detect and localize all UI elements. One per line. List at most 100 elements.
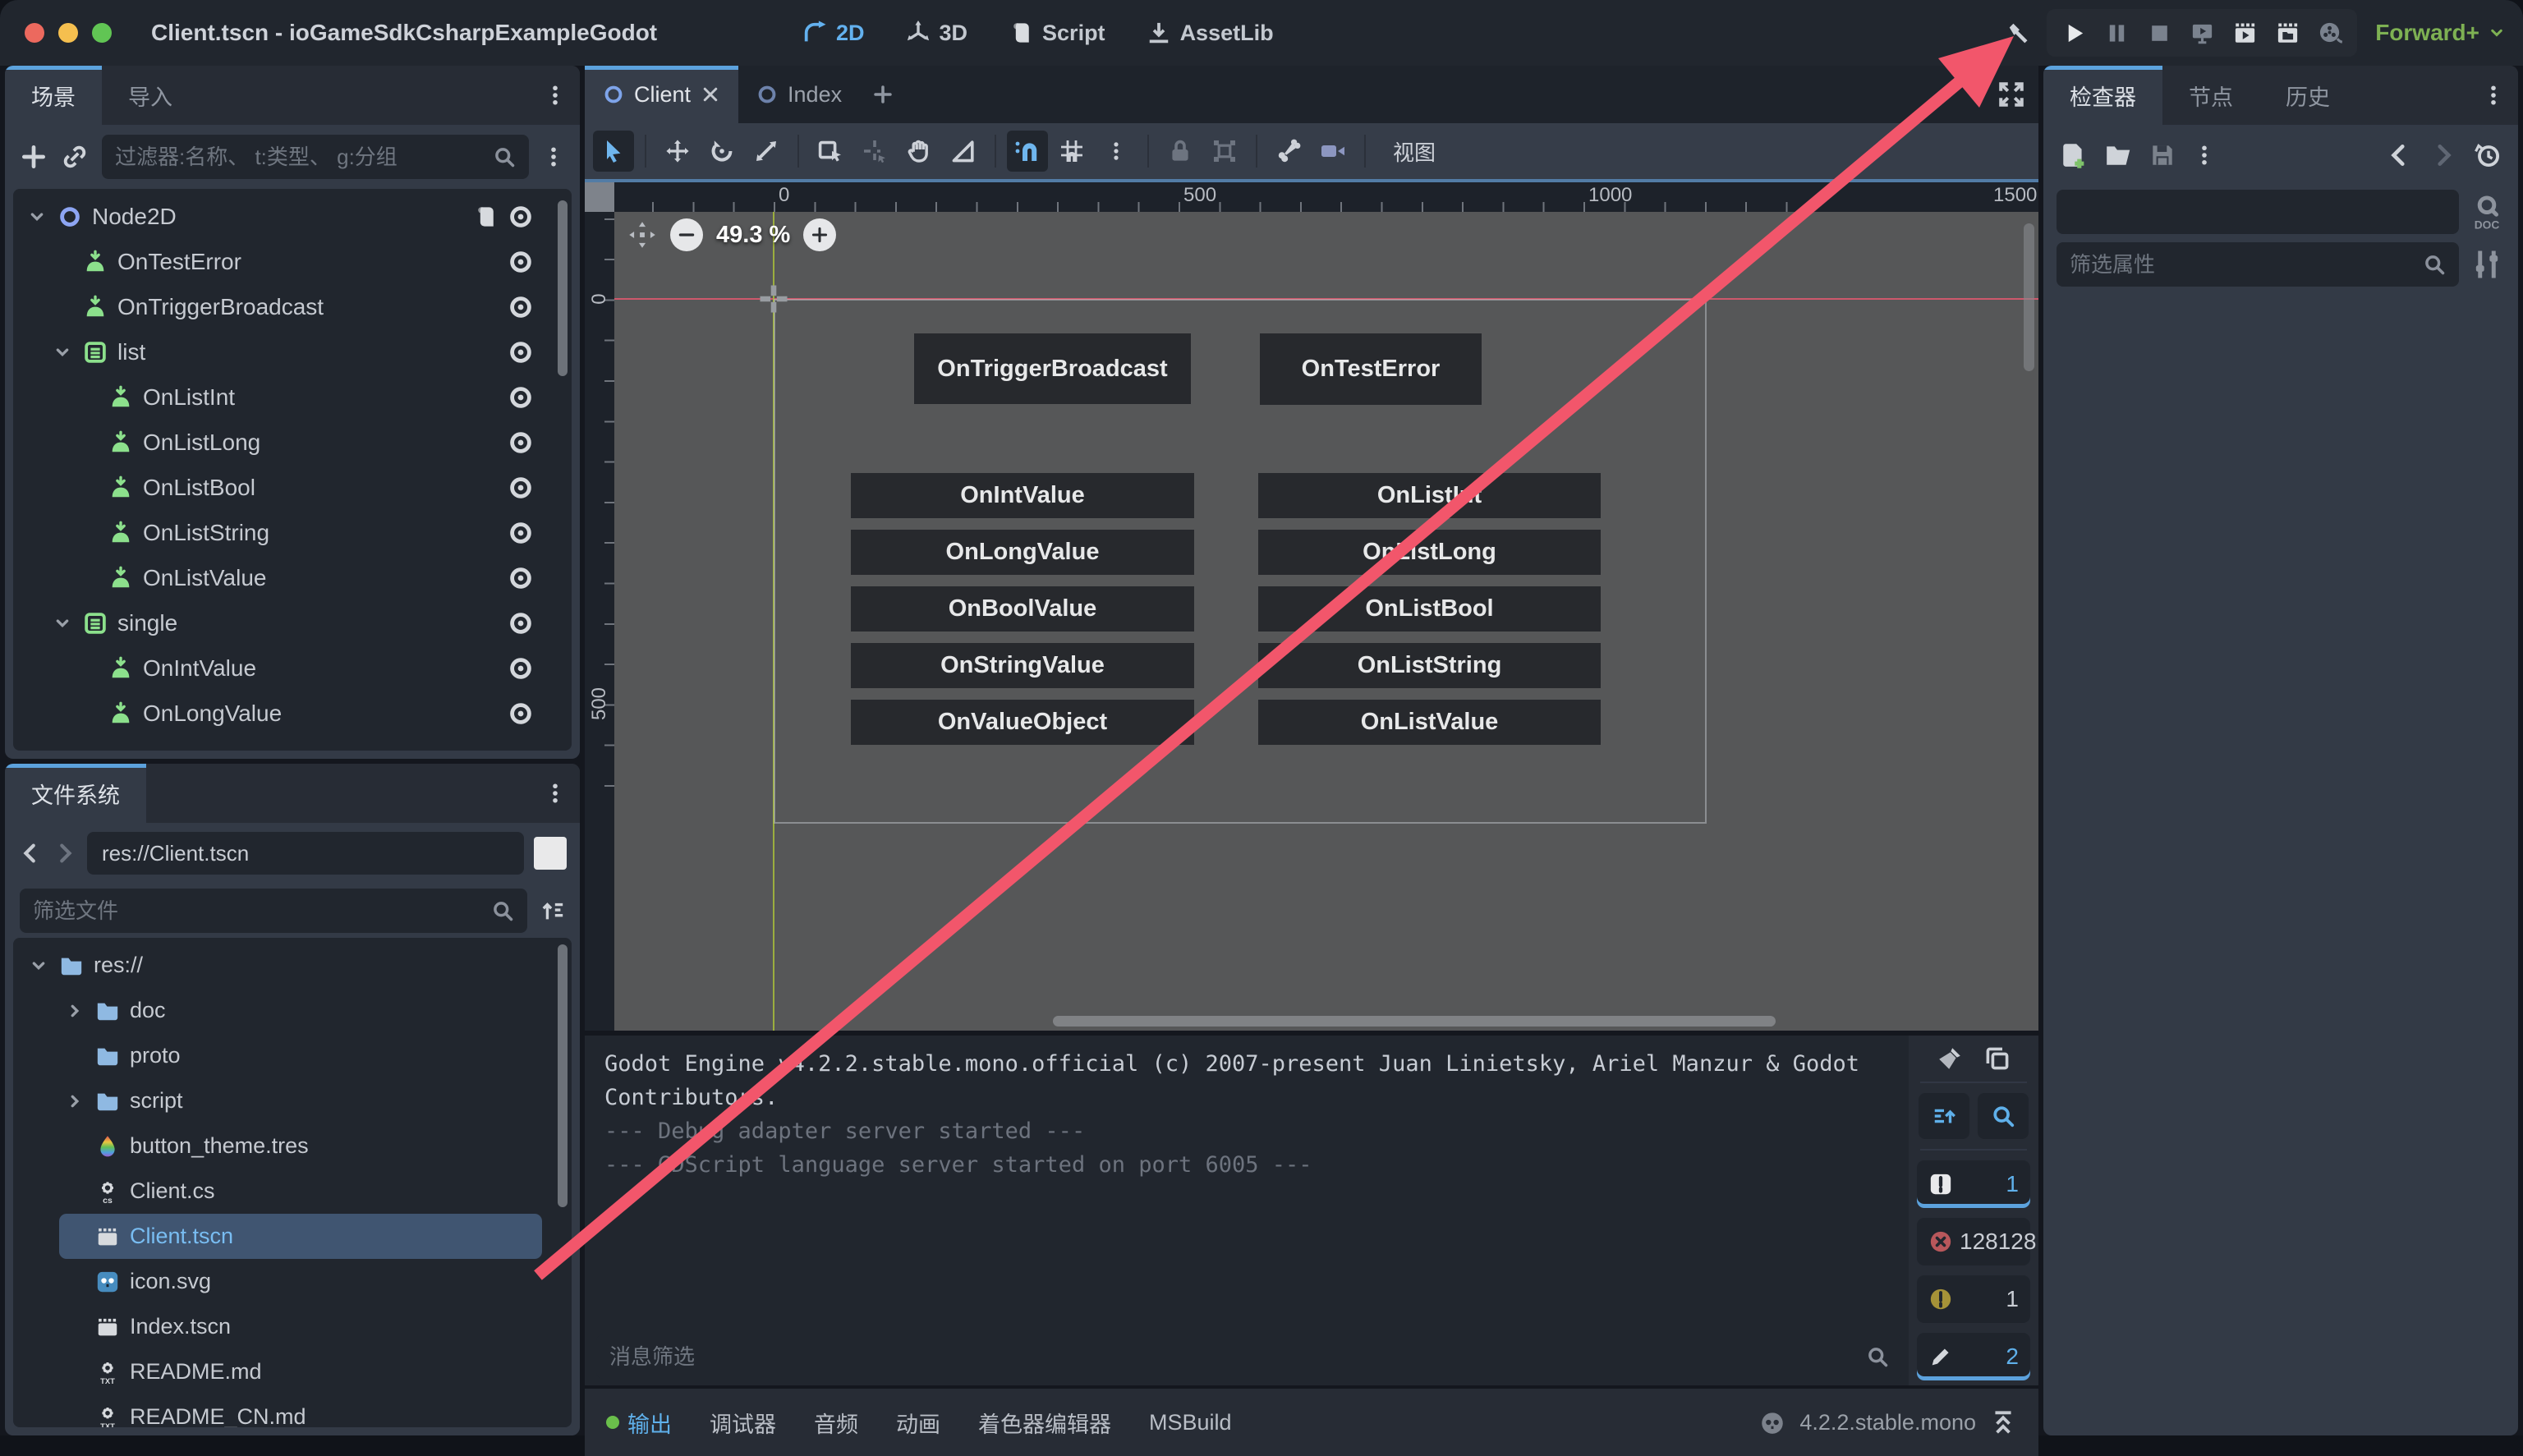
bottom-tab-animation[interactable]: 动画 [896, 1407, 940, 1439]
forward-icon[interactable] [53, 841, 77, 866]
view-menu-button[interactable]: 视图 [1376, 136, 1452, 167]
history-back-icon[interactable] [2385, 141, 2413, 169]
tab-2d[interactable]: 2D [782, 0, 885, 66]
tab-assetlib[interactable]: AssetLib [1126, 0, 1294, 66]
save-resource-icon[interactable] [2148, 141, 2176, 169]
canvas-button-ontriggerbroadcast[interactable]: OnTriggerBroadcast [914, 333, 1191, 404]
new-resource-icon[interactable] [2060, 141, 2088, 169]
scene-tab-client[interactable]: Client [585, 66, 738, 123]
pivot-tool-button[interactable] [854, 131, 895, 172]
history-forward-icon[interactable] [2429, 141, 2457, 169]
bottom-tab-msbuild[interactable]: MSBuild [1149, 1410, 1232, 1435]
chevron-down-icon[interactable] [52, 613, 73, 634]
canvas-button-ontesterror[interactable]: OnTestError [1260, 333, 1482, 405]
filter-editor-toggle[interactable]: 2 [1917, 1333, 2030, 1380]
canvas-button-onlistvalue[interactable]: OnListValue [1258, 700, 1601, 745]
edit-history-icon[interactable] [2474, 141, 2502, 169]
add-node-button[interactable] [20, 143, 48, 171]
horizontal-scrollbar[interactable] [1053, 1016, 1776, 1027]
tab-history[interactable]: 历史 [2259, 66, 2356, 125]
tab-inspector[interactable]: 检查器 [2043, 66, 2162, 125]
snap-options-button[interactable] [1096, 131, 1137, 172]
tree-node-ontriggerbroadcast[interactable]: OnTriggerBroadcast [13, 284, 572, 329]
remote-debug-button[interactable] [2185, 16, 2219, 50]
tree-node-onlistbool[interactable]: OnListBool [13, 465, 572, 510]
distraction-free-icon[interactable] [1997, 80, 2025, 108]
tree-node-onlistvalue[interactable]: OnListValue [13, 555, 572, 600]
visibility-toggle-icon[interactable] [508, 475, 534, 501]
scene-tree-menu-icon[interactable] [542, 143, 565, 171]
zoom-in-button[interactable] [803, 218, 836, 251]
canvas-content[interactable]: 49.3 % OnTriggerBroadcast OnTestError On… [614, 212, 2038, 1031]
visibility-toggle-icon[interactable] [508, 384, 534, 411]
bottom-tab-audio[interactable]: 音频 [814, 1407, 858, 1439]
tree-node-onlistlong[interactable]: OnListLong [13, 420, 572, 465]
fs-item-readme[interactable]: README.md [13, 1349, 572, 1394]
move-tool-button[interactable] [657, 131, 698, 172]
stop-button[interactable] [2142, 16, 2176, 50]
clear-output-button[interactable] [1937, 1045, 1963, 1072]
load-resource-icon[interactable] [2104, 141, 2132, 169]
pause-button[interactable] [2099, 16, 2134, 50]
movie-maker-button[interactable] [2313, 16, 2347, 50]
object-name-input[interactable] [2070, 200, 2446, 225]
skeleton-options-button[interactable] [1268, 131, 1309, 172]
chevron-right-icon[interactable] [64, 1091, 85, 1112]
tab-import[interactable]: 导入 [102, 66, 199, 125]
filter-errors-toggle[interactable]: 128128 [1917, 1218, 2030, 1265]
camera-override-button[interactable] [1312, 131, 1353, 172]
resource-menu-icon[interactable] [2193, 141, 2216, 169]
expand-bottom-panel-icon[interactable] [1989, 1408, 2017, 1436]
filter-messages-toggle[interactable]: 1 [1917, 1160, 2030, 1208]
grid-snap-toggle[interactable] [1051, 131, 1092, 172]
scene-filter-input[interactable] [115, 145, 485, 170]
new-scene-tab-button[interactable] [860, 66, 906, 123]
group-node-button[interactable] [1204, 131, 1245, 172]
sort-files-icon[interactable] [540, 897, 565, 925]
back-icon[interactable] [18, 841, 43, 866]
visibility-toggle-icon[interactable] [508, 520, 534, 546]
message-filter-input[interactable] [609, 1344, 1858, 1370]
lock-node-button[interactable] [1160, 131, 1201, 172]
instance-scene-button[interactable] [61, 143, 89, 171]
ruler-tool-button[interactable] [943, 131, 984, 172]
visibility-toggle-icon[interactable] [508, 339, 534, 365]
pan-tool-button[interactable] [898, 131, 940, 172]
panel-menu-icon[interactable] [544, 781, 567, 806]
vertical-scrollbar[interactable] [2024, 223, 2034, 371]
canvas-button-onvalueobject[interactable]: OnValueObject [851, 700, 1194, 745]
show-search-toggle[interactable] [1978, 1093, 2029, 1139]
search-docs-icon[interactable] [2469, 194, 2505, 230]
tree-node-onintvalue[interactable]: OnIntValue [13, 645, 572, 691]
center-view-icon[interactable] [627, 220, 657, 250]
zoom-out-button[interactable] [670, 218, 703, 251]
chevron-down-icon[interactable] [28, 955, 49, 976]
canvas-button-onlistlong[interactable]: OnListLong [1258, 530, 1601, 575]
tree-node-ontesterror[interactable]: OnTestError [13, 239, 572, 284]
renderer-selector[interactable]: Forward+ [2375, 20, 2507, 46]
visibility-toggle-icon[interactable] [508, 655, 534, 682]
visibility-toggle-icon[interactable] [508, 249, 534, 275]
visibility-toggle-icon[interactable] [508, 429, 534, 456]
panel-menu-icon[interactable] [544, 83, 567, 108]
fs-item-doc[interactable]: doc [13, 988, 572, 1033]
list-select-button[interactable] [810, 131, 851, 172]
visibility-toggle-icon[interactable] [508, 610, 534, 636]
zoom-level[interactable]: 49.3 % [716, 222, 790, 249]
play-button[interactable] [2057, 16, 2091, 50]
scene-tab-index[interactable]: Index [738, 66, 860, 123]
path-input[interactable] [102, 841, 509, 866]
play-scene-button[interactable] [2227, 16, 2262, 50]
filter-warnings-toggle[interactable]: 1 [1917, 1275, 2030, 1323]
canvas-button-onstringvalue[interactable]: OnStringValue [851, 643, 1194, 688]
tree-node-onlongvalue[interactable]: OnLongValue [13, 691, 572, 736]
chevron-right-icon[interactable] [64, 1000, 85, 1022]
tab-scene[interactable]: 场景 [5, 66, 102, 125]
close-window-button[interactable] [25, 23, 44, 43]
fs-item-readme-cn[interactable]: README_CN.md [13, 1394, 572, 1427]
tab-filesystem[interactable]: 文件系统 [5, 764, 146, 823]
tree-node-list[interactable]: list [13, 329, 572, 374]
tree-node-single[interactable]: single [13, 600, 572, 645]
file-filter-input[interactable] [33, 898, 483, 924]
fs-item-script[interactable]: script [13, 1078, 572, 1123]
